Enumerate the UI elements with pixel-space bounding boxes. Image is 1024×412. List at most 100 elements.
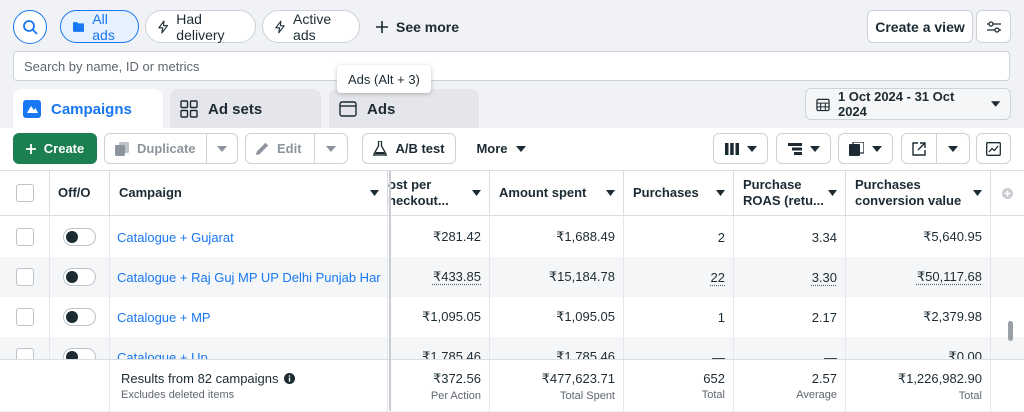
breakdown-icon — [788, 143, 802, 155]
see-more-button[interactable]: See more — [376, 10, 459, 43]
breakdown-button[interactable] — [776, 133, 831, 164]
caret-down-icon — [948, 146, 958, 152]
amount-spent-value: ₹1,095.05 — [490, 297, 624, 337]
create-view-button[interactable]: Create a view — [867, 10, 973, 43]
campaign-toggle[interactable] — [63, 348, 96, 359]
cost-per-checkout-value: ₹1,785.46 — [388, 337, 490, 359]
column-header-purchases[interactable]: Purchases — [624, 171, 734, 216]
table-row[interactable]: Catalogue + Gujarat ₹281.42 ₹1,688.49 2 … — [0, 217, 1024, 257]
table-row[interactable]: Catalogue + Up ₹1,785.46 ₹1,785.46 — — ₹… — [0, 337, 1024, 359]
campaigns-icon — [23, 100, 41, 118]
select-all-header — [0, 171, 50, 216]
folder-icon — [73, 21, 84, 33]
campaign-toggle[interactable] — [63, 308, 96, 326]
amount-spent-value: ₹1,785.46 — [490, 337, 624, 359]
add-column-header[interactable] — [991, 171, 1024, 216]
search-bar[interactable] — [13, 51, 1010, 81]
column-campaign-label: Campaign — [119, 185, 182, 201]
campaign-name-link[interactable]: Catalogue + MP — [110, 297, 388, 337]
purchases-value: — — [624, 337, 734, 359]
row-checkbox[interactable] — [16, 268, 34, 286]
summary-excludes-note: Excludes deleted items — [121, 389, 387, 401]
column-amount-spent-label: Amount spent — [499, 185, 586, 201]
row-select-cell — [0, 297, 50, 337]
column-header-offon[interactable]: Off/O — [50, 171, 110, 216]
edit-button[interactable]: Edit — [246, 134, 315, 163]
plus-icon — [26, 144, 36, 154]
summary-cost-value: ₹372.56 — [433, 371, 481, 387]
row-checkbox[interactable] — [16, 308, 34, 326]
columns-button[interactable] — [713, 133, 768, 164]
edit-menu-button[interactable] — [315, 134, 347, 163]
column-header-purchase-roas[interactable]: Purchase ROAS (retu... — [734, 171, 846, 216]
filter-active-ads[interactable]: Active ads — [262, 10, 360, 43]
row-checkbox[interactable] — [16, 228, 34, 246]
sliders-icon — [986, 20, 1002, 34]
tab-ad-sets[interactable]: Ad sets — [170, 89, 321, 129]
more-label: More — [476, 141, 507, 156]
create-button[interactable]: Create — [13, 133, 97, 164]
amount-spent-value: ₹1,688.49 — [490, 217, 624, 257]
filter-all-ads[interactable]: All ads — [60, 10, 139, 43]
table-row[interactable]: Catalogue + MP ₹1,095.05 ₹1,095.05 1 2.1… — [0, 297, 1024, 337]
calendar-icon — [816, 97, 830, 112]
ads-icon — [339, 101, 357, 117]
filter-had-delivery[interactable]: Had delivery — [145, 10, 256, 43]
export-menu-button[interactable] — [937, 134, 969, 163]
results-summary-row: Results from 82 campaigns Excludes delet… — [0, 359, 1024, 411]
horizontal-scrollbar-thumb[interactable] — [1008, 321, 1013, 341]
tab-ad-sets-label: Ad sets — [208, 101, 262, 118]
info-icon[interactable] — [284, 373, 295, 384]
settings-sliders-button[interactable] — [976, 10, 1011, 43]
date-range-picker[interactable]: 1 Oct 2024 - 31 Oct 2024 — [805, 88, 1011, 120]
cost-per-checkout-value: ₹1,095.05 — [388, 297, 490, 337]
sort-caret-icon — [828, 190, 837, 196]
duplicate-menu-button[interactable] — [207, 134, 237, 163]
duplicate-button[interactable]: Duplicate — [105, 134, 207, 163]
campaign-name-link[interactable]: Catalogue + Raj Guj MP UP Delhi Punjab H… — [110, 257, 388, 297]
charts-button[interactable] — [976, 133, 1011, 164]
tab-ads-label: Ads — [367, 101, 395, 118]
more-button[interactable]: More — [466, 133, 536, 164]
summary-spent-value: ₹477,623.71 — [542, 371, 615, 387]
campaign-toggle[interactable] — [63, 228, 96, 246]
ab-test-button[interactable]: A/B test — [362, 133, 456, 164]
summary-results-label: Results from 82 campaigns — [121, 371, 279, 386]
sort-caret-icon — [606, 190, 615, 196]
campaign-name-link[interactable]: Catalogue + Gujarat — [110, 217, 388, 257]
export-icon — [912, 142, 926, 156]
edit-label: Edit — [277, 141, 302, 156]
summary-conv-sub: Total — [959, 390, 982, 402]
campaigns-table: Off/O Campaign ost per heckout... Amount … — [0, 170, 1024, 410]
cost-per-checkout-value: ₹433.85 — [388, 257, 490, 297]
create-label: Create — [44, 141, 84, 156]
export-button[interactable] — [902, 134, 937, 163]
roas-value: 3.34 — [734, 217, 846, 257]
roas-text[interactable]: 3.30 — [812, 270, 837, 285]
campaign-name-link[interactable]: Catalogue + Up — [110, 337, 388, 359]
select-all-checkbox[interactable] — [16, 184, 34, 202]
sort-caret-icon — [370, 190, 379, 196]
campaign-toggle[interactable] — [63, 268, 96, 286]
row-checkbox[interactable] — [16, 348, 34, 359]
table-row[interactable]: Catalogue + Raj Guj MP UP Delhi Punjab H… — [0, 257, 1024, 297]
conversion-value-text[interactable]: ₹50,117.68 — [917, 269, 982, 285]
tab-ads[interactable]: Ads — [329, 89, 479, 129]
cost-per-checkout-text[interactable]: ₹433.85 — [433, 269, 481, 285]
duplicate-icon — [115, 142, 129, 156]
search-input[interactable] — [14, 52, 1009, 80]
summary-purchases-sub: Total — [702, 389, 725, 401]
column-header-conversion-value[interactable]: Purchases conversion value — [846, 171, 991, 216]
roas-value: 2.17 — [734, 297, 846, 337]
column-header-amount-spent[interactable]: Amount spent — [490, 171, 624, 216]
reports-button[interactable] — [838, 133, 893, 164]
summary-spent-sub: Total Spent — [560, 390, 615, 402]
purchases-text[interactable]: 22 — [711, 270, 725, 285]
columns-icon — [725, 143, 739, 155]
row-toggle-cell — [50, 257, 110, 297]
duplicate-label: Duplicate — [137, 141, 196, 156]
tab-campaigns[interactable]: Campaigns — [13, 89, 163, 129]
column-header-cost-per-checkout[interactable]: ost per heckout... — [388, 171, 490, 216]
search-toggle-button[interactable] — [13, 10, 47, 44]
column-header-campaign[interactable]: Campaign — [110, 171, 388, 216]
